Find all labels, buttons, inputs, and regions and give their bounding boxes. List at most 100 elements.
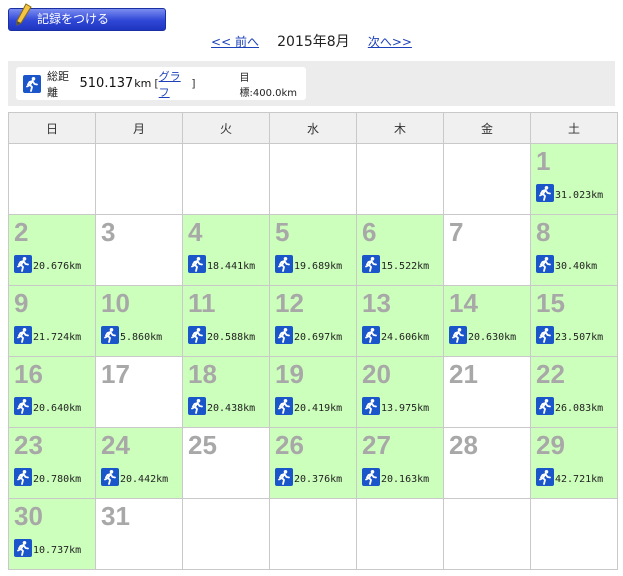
calendar-day-cell[interactable]: 27 20.163km: [356, 427, 444, 499]
run-entry[interactable]: 20.438km: [188, 397, 255, 415]
calendar-day-cell: [182, 498, 270, 570]
run-entry[interactable]: 20.697km: [275, 326, 342, 344]
calendar-day-cell: [530, 498, 618, 570]
calendar-day-cell[interactable]: 4 18.441km: [182, 214, 270, 286]
run-entry[interactable]: 20.163km: [362, 468, 429, 486]
goal-text: 目標:400.0km: [239, 72, 298, 99]
run-distance: 24.606km: [381, 332, 430, 343]
calendar-day-cell[interactable]: 7: [443, 214, 531, 286]
calendar-day-cell[interactable]: 16 20.640km: [8, 356, 96, 428]
run-entry[interactable]: 20.419km: [275, 397, 342, 415]
day-number: 16: [14, 359, 43, 389]
calendar-day-cell[interactable]: 25: [182, 427, 270, 499]
next-month-link[interactable]: 次へ>>: [368, 35, 412, 49]
prev-month-link[interactable]: << 前へ: [211, 35, 259, 49]
calendar-day-cell[interactable]: 13 24.606km: [356, 285, 444, 357]
run-entry[interactable]: 19.689km: [275, 255, 342, 273]
run-entry[interactable]: 13.975km: [362, 397, 429, 415]
runner-icon: [362, 468, 380, 486]
graph-link[interactable]: グラフ: [159, 68, 192, 100]
calendar-day-cell[interactable]: 1 31.023km: [530, 143, 618, 215]
run-entry[interactable]: 20.640km: [14, 397, 81, 415]
runner-icon: [536, 397, 554, 415]
run-distance: 20.697km: [294, 332, 343, 343]
day-number: 28: [449, 430, 478, 460]
calendar-day-cell[interactable]: 2 20.676km: [8, 214, 96, 286]
day-number: 21: [449, 359, 478, 389]
run-distance: 5.860km: [120, 332, 163, 343]
run-entry[interactable]: 20.630km: [449, 326, 516, 344]
run-distance: 20.376km: [294, 474, 343, 485]
run-entry[interactable]: 20.442km: [101, 468, 168, 486]
day-number: 30: [14, 501, 43, 531]
calendar-day-cell[interactable]: 8 30.40km: [530, 214, 618, 286]
calendar-day-cell: [356, 143, 444, 215]
run-entry[interactable]: 21.724km: [14, 326, 81, 344]
weekday-header: 日: [8, 112, 96, 144]
run-entry[interactable]: 20.780km: [14, 468, 81, 486]
run-entry[interactable]: 18.441km: [188, 255, 255, 273]
calendar-day-cell[interactable]: 29 42.721km: [530, 427, 618, 499]
calendar-day-cell[interactable]: 17: [95, 356, 183, 428]
run-entry[interactable]: 31.023km: [536, 184, 603, 202]
weekday-header: 月: [95, 112, 183, 144]
calendar-day-cell[interactable]: 21: [443, 356, 531, 428]
calendar-day-cell[interactable]: 9 21.724km: [8, 285, 96, 357]
calendar-day-cell[interactable]: 19 20.419km: [269, 356, 357, 428]
calendar-day-cell[interactable]: 3: [95, 214, 183, 286]
run-entry[interactable]: 20.376km: [275, 468, 342, 486]
day-number: 24: [101, 430, 130, 460]
calendar-day-cell[interactable]: 22 26.083km: [530, 356, 618, 428]
day-number: 15: [536, 288, 565, 318]
run-entry[interactable]: 24.606km: [362, 326, 429, 344]
record-button[interactable]: 記録をつける: [8, 3, 166, 31]
graph-link-bracket-close: ]: [191, 77, 196, 90]
calendar-day-cell[interactable]: 10 5.860km: [95, 285, 183, 357]
total-distance-label: 総距離: [47, 69, 69, 99]
runner-icon: [275, 468, 293, 486]
calendar-day-cell: [356, 498, 444, 570]
calendar-day-cell[interactable]: 23 20.780km: [8, 427, 96, 499]
calendar-day-cell: [182, 143, 270, 215]
calendar-day-cell[interactable]: 31: [95, 498, 183, 570]
run-entry[interactable]: 10.737km: [14, 539, 81, 557]
runner-icon: [362, 326, 380, 344]
calendar-day-cell[interactable]: 12 20.697km: [269, 285, 357, 357]
run-entry[interactable]: 30.40km: [536, 255, 597, 273]
calendar-day-cell[interactable]: 30 10.737km: [8, 498, 96, 570]
run-distance: 26.083km: [555, 403, 604, 414]
day-number: 9: [14, 288, 29, 318]
run-distance: 31.023km: [555, 190, 604, 201]
calendar-day-cell[interactable]: 28: [443, 427, 531, 499]
calendar-day-cell[interactable]: 24 20.442km: [95, 427, 183, 499]
run-entry[interactable]: 5.860km: [101, 326, 162, 344]
calendar-day-cell[interactable]: 11 20.588km: [182, 285, 270, 357]
calendar-day-cell[interactable]: 5 19.689km: [269, 214, 357, 286]
run-entry[interactable]: 20.588km: [188, 326, 255, 344]
runner-icon: [362, 397, 380, 415]
day-number: 11: [188, 288, 216, 318]
day-number: 3: [101, 217, 116, 247]
runner-icon: [536, 184, 554, 202]
calendar-day-cell[interactable]: 6 15.522km: [356, 214, 444, 286]
calendar-week-row: 9 21.724km 10 5.860km 11 20.588km 12 20.697…: [8, 285, 618, 357]
calendar-day-cell[interactable]: 15 23.507km: [530, 285, 618, 357]
run-entry[interactable]: 20.676km: [14, 255, 81, 273]
calendar-day-cell[interactable]: 20 13.975km: [356, 356, 444, 428]
calendar-day-cell[interactable]: 26 20.376km: [269, 427, 357, 499]
run-entry[interactable]: 15.522km: [362, 255, 429, 273]
weekday-header: 土: [530, 112, 618, 144]
runner-icon: [449, 326, 467, 344]
calendar-day-cell[interactable]: 14 20.630km: [443, 285, 531, 357]
day-number: 18: [188, 359, 217, 389]
runner-icon: [275, 255, 293, 273]
day-number: 23: [14, 430, 43, 460]
run-entry[interactable]: 26.083km: [536, 397, 603, 415]
day-number: 2: [14, 217, 29, 247]
run-distance: 20.630km: [468, 332, 517, 343]
run-entry[interactable]: 23.507km: [536, 326, 603, 344]
runner-icon: [14, 468, 32, 486]
calendar-day-cell[interactable]: 18 20.438km: [182, 356, 270, 428]
run-distance: 10.737km: [33, 545, 82, 556]
run-entry[interactable]: 42.721km: [536, 468, 603, 486]
